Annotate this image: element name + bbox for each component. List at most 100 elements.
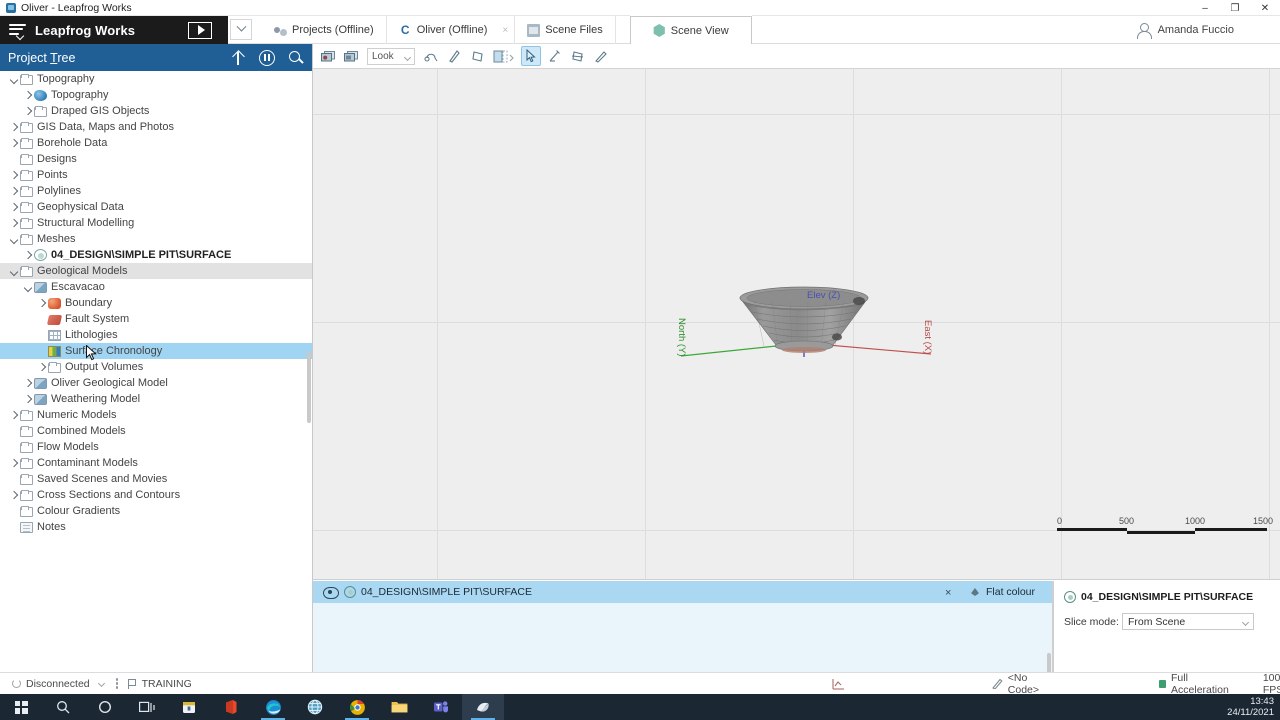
chevron-right-icon[interactable] (22, 394, 33, 405)
tree-item-borehole-data[interactable]: Borehole Data (0, 135, 312, 151)
search-icon[interactable] (288, 50, 304, 66)
measure-icon[interactable] (421, 46, 441, 66)
chevron-right-icon[interactable] (8, 170, 19, 181)
pause-icon[interactable] (259, 49, 275, 66)
ruler-icon[interactable] (590, 46, 610, 66)
chevron-right-icon[interactable] (22, 90, 33, 101)
teams-icon[interactable] (420, 694, 462, 720)
draw-freehand-icon[interactable] (544, 46, 564, 66)
tree-item-surface-chronology[interactable]: Surface Chronology (0, 343, 312, 359)
tree-item-combined-models[interactable]: Combined Models (0, 423, 312, 439)
tree-item-04-design-simple-pit-surface[interactable]: 04_DESIGN\SIMPLE PIT\SURFACE (0, 247, 312, 263)
clip-icon[interactable] (567, 46, 587, 66)
cortana-icon[interactable] (84, 694, 126, 720)
tree-item-cross-sections-and-contours[interactable]: Cross Sections and Contours (0, 487, 312, 503)
chevron-right-icon[interactable] (8, 218, 19, 229)
visibility-eye-icon[interactable] (323, 587, 339, 599)
colour-mode-label[interactable]: Flat colour (986, 586, 1035, 598)
tree-item-polylines[interactable]: Polylines (0, 183, 312, 199)
tree-item-meshes[interactable]: Meshes (0, 231, 312, 247)
tab-scene-files[interactable]: Scene Files (515, 16, 616, 44)
tree-item-structural-modelling[interactable]: Structural Modelling (0, 215, 312, 231)
tree-item-geological-models[interactable]: Geological Models (0, 263, 312, 279)
shape-list-row[interactable]: 04_DESIGN\SIMPLE PIT\SURFACE × Flat colo… (313, 581, 1280, 603)
tree-item-output-volumes[interactable]: Output Volumes (0, 359, 312, 375)
globe-icon[interactable] (294, 694, 336, 720)
no-code-indicator[interactable]: <No Code> (991, 672, 1039, 696)
tree-item-draped-gis-objects[interactable]: Draped GIS Objects (0, 103, 312, 119)
windows-start-icon[interactable] (0, 694, 42, 720)
store-icon[interactable] (168, 694, 210, 720)
tree-item-designs[interactable]: Designs (0, 151, 312, 167)
slice-mode-select[interactable]: From Scene (1122, 613, 1254, 630)
chevron-right-icon[interactable] (36, 298, 47, 309)
tree-item-fault-system[interactable]: Fault System (0, 311, 312, 327)
tree-item-saved-scenes-and-movies[interactable]: Saved Scenes and Movies (0, 471, 312, 487)
chrome-icon[interactable] (336, 694, 378, 720)
connection-status[interactable]: Disconnected (12, 678, 105, 690)
chevron-right-icon[interactable] (8, 186, 19, 197)
chevron-down-icon[interactable] (8, 74, 19, 85)
scene-canvas[interactable]: Elev (Z) North (Y) East (X) Plunge −02 A… (313, 69, 1280, 580)
tree-item-flow-models[interactable]: Flow Models (0, 439, 312, 455)
tree-item-oliver-geological-model[interactable]: Oliver Geological Model (0, 375, 312, 391)
leapfrog-icon[interactable] (462, 694, 504, 720)
play-button[interactable] (188, 21, 212, 39)
minimize-button[interactable]: – (1190, 0, 1220, 16)
chevron-down-icon[interactable] (8, 266, 19, 277)
chevron-down-icon[interactable] (97, 679, 105, 688)
chevron-down-icon[interactable] (8, 234, 19, 245)
edge-icon[interactable] (252, 694, 294, 720)
tree-scrollbar-thumb[interactable] (307, 351, 311, 423)
chevron-right-icon[interactable] (22, 106, 33, 117)
user-account[interactable]: Amanda Fuccio (1136, 20, 1234, 40)
draw-line-icon[interactable] (444, 46, 464, 66)
shape-list-scrollbar[interactable] (1046, 603, 1052, 677)
tab-oliver-close-icon[interactable]: × (502, 25, 508, 36)
file-explorer-icon[interactable] (378, 694, 420, 720)
polygon-icon[interactable] (467, 46, 487, 66)
tree-item-topography[interactable]: Topography (0, 87, 312, 103)
tree-item-notes[interactable]: Notes (0, 519, 312, 535)
tab-oliver[interactable]: C Oliver (Offline) × (387, 16, 516, 44)
tree-item-geophysical-data[interactable]: Geophysical Data (0, 199, 312, 215)
scene-snapshot-icon[interactable] (318, 46, 338, 66)
collapse-all-icon[interactable] (230, 50, 246, 66)
chevron-right-icon[interactable] (8, 458, 19, 469)
tree-item-points[interactable]: Points (0, 167, 312, 183)
tree-item-lithologies[interactable]: Lithologies (0, 327, 312, 343)
tree-item-colour-gradients[interactable]: Colour Gradients (0, 503, 312, 519)
tab-projects[interactable]: Projects (Offline) (262, 16, 387, 44)
tree-item-gis-data-maps-and-photos[interactable]: GIS Data, Maps and Photos (0, 119, 312, 135)
chevron-right-icon[interactable] (22, 250, 33, 261)
chevron-down-icon[interactable] (22, 282, 33, 293)
tree-item-topography[interactable]: Topography (0, 71, 312, 87)
tab-scene-view[interactable]: Scene View (629, 16, 752, 45)
chevron-right-icon[interactable] (8, 490, 19, 501)
tree-item-weathering-model[interactable]: Weathering Model (0, 391, 312, 407)
tab-overflow-dropdown[interactable] (230, 19, 252, 40)
maximize-button[interactable]: ❐ (1220, 0, 1250, 16)
chevron-right-icon[interactable] (36, 362, 47, 373)
look-dropdown[interactable]: Look (367, 47, 415, 65)
close-button[interactable]: ✕ (1250, 0, 1280, 16)
tree-item-numeric-models[interactable]: Numeric Models (0, 407, 312, 423)
shape-remove-icon[interactable]: × (945, 587, 951, 599)
chevron-right-icon[interactable] (8, 122, 19, 133)
chevron-right-icon[interactable] (22, 378, 33, 389)
chevron-right-icon[interactable] (8, 202, 19, 213)
search-icon[interactable] (42, 694, 84, 720)
tree-scrollbar[interactable] (306, 71, 312, 672)
office-icon[interactable] (210, 694, 252, 720)
chevron-right-icon[interactable] (8, 410, 19, 421)
taskbar-clock[interactable]: 13:43 24/11/2021 (1227, 694, 1274, 720)
scene-copy-icon[interactable] (341, 46, 361, 66)
tree-item-boundary[interactable]: Boundary (0, 295, 312, 311)
select-icon[interactable] (521, 46, 541, 66)
tree-item-contaminant-models[interactable]: Contaminant Models (0, 455, 312, 471)
slicer-icon[interactable] (490, 46, 518, 66)
task-view-icon[interactable] (126, 694, 168, 720)
menu-hamburger-icon[interactable] (9, 23, 26, 37)
chart-icon[interactable] (832, 678, 844, 690)
project-tree-list[interactable]: Topography Topography Draped GIS Objects GI… (0, 71, 312, 672)
